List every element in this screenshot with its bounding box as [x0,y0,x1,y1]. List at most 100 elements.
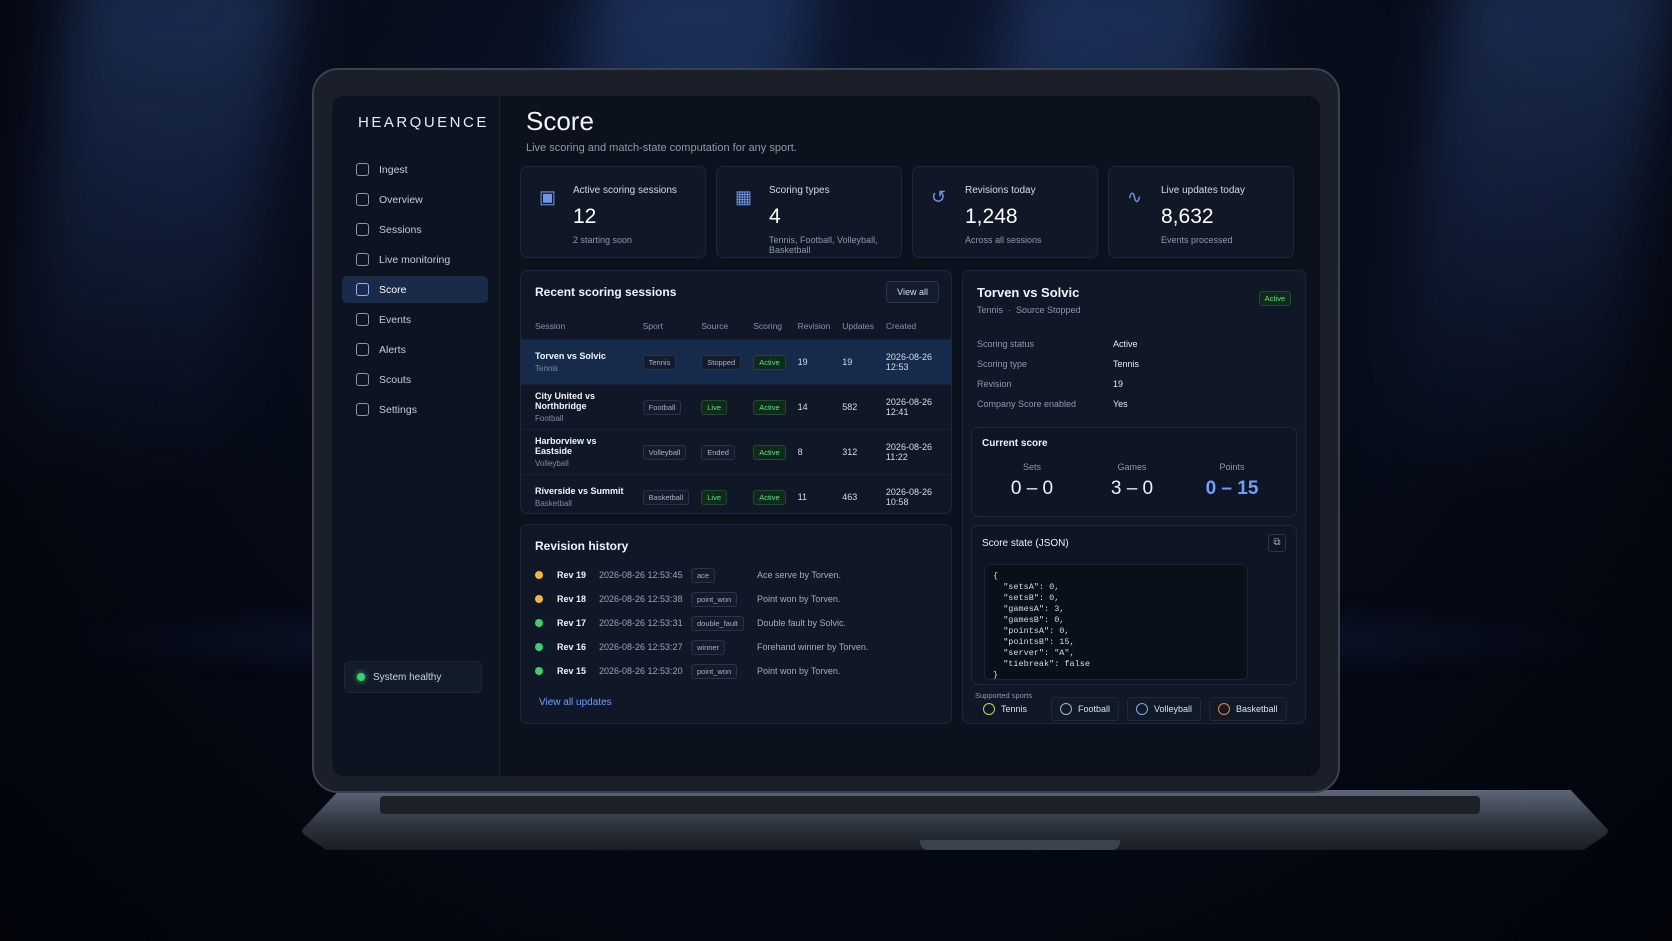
sport-label: Basketball [1236,704,1278,714]
field-label: Scoring status [977,339,1035,349]
sidebar-item-score[interactable]: Score [342,276,488,303]
table-row[interactable]: City United vs Northbridge Football Footb… [521,384,951,430]
revision-item[interactable]: Rev 18 2026-08-26 12:53:38 point_won Poi… [535,589,840,609]
session-name: Riverside vs Summit [535,486,624,497]
updates-cell: 312 [836,429,880,475]
field-label: Revision [977,379,1012,389]
sidebar-item-ingest[interactable]: Ingest [342,156,488,183]
revision-cell: 8 [791,429,837,475]
sport-chip-basketball[interactable]: Basketball [1209,697,1287,721]
laptop-keyboard [380,796,1480,814]
revision-tag: ace [691,567,716,583]
badge-label: Active [1264,294,1285,303]
revision-tag: winner [691,639,726,655]
pulse-icon: ∿ [1127,187,1143,207]
sport-label: Tennis [1001,704,1028,714]
view-all-button[interactable]: View all [886,281,939,303]
session-sport: Volleyball [535,459,569,468]
live-monitoring-icon [356,253,369,266]
sidebar-item-label: Score [379,283,407,296]
stat-label: Revisions today [965,185,1036,196]
stat-card-scoring-types: ▦ Scoring types 4 Tennis, Football, Voll… [716,166,902,258]
revision-item[interactable]: Rev 16 2026-08-26 12:53:27 winner Foreha… [535,637,868,657]
revision-dot-icon [535,595,543,603]
status-dot-icon [357,673,365,681]
sidebar-item-alerts[interactable]: Alerts [342,336,488,363]
revision-time: 2026-08-26 12:53:38 [599,594,683,604]
source-badge: Live [701,489,728,505]
source-badge: Ended [701,444,735,460]
revision-dot-icon [535,667,543,675]
field-value: Tennis [1113,359,1140,369]
sidebar-item-scouts[interactable]: Scouts [342,366,488,393]
brand-logo: HEARQUENCE [358,114,489,131]
sport-badge: Volleyball [642,444,687,460]
stat-label: Live updates today [1161,185,1245,196]
system-health-status[interactable]: System healthy [344,661,482,693]
sessions-icon [356,223,369,236]
recent-sessions-panel: Recent scoring sessions View all Session… [520,270,952,514]
updates-cell: 19 [836,339,880,385]
active-status-badge: Active [1258,291,1291,306]
table-row[interactable]: Torven vs Solvic Tennis Tennis Stopped Ac… [521,339,951,385]
detail-title: Torven vs Solvic [977,285,1080,300]
revision-item[interactable]: Rev 19 2026-08-26 12:53:45 ace Ace serve… [535,565,841,585]
view-all-updates-link[interactable]: View all updates [539,697,612,708]
session-detail-panel: Torven vs Solvic Tennis · Source Stopped… [962,270,1306,724]
sport-badge: Basketball [642,489,690,505]
games-score: Games 3 – 0 [1092,462,1172,500]
sport-chip-volleyball[interactable]: Volleyball [1127,697,1202,721]
overview-icon [356,193,369,206]
stat-card-active-sessions: ▣ Active scoring sessions 12 2 starting … [520,166,706,258]
revision-desc: Ace serve by Torven. [757,570,841,580]
revision-desc: Double fault by Solvic. [757,618,847,628]
sport-chip-tennis[interactable]: Tennis [975,697,1035,721]
panel-title: Revision history [535,539,629,553]
copy-icon[interactable]: ⧉ [1268,534,1286,552]
source-badge: Live [701,399,728,415]
panel-title: Recent scoring sessions [535,285,677,299]
sidebar-nav: Ingest Overview Sessions Live monitoring… [342,156,488,426]
current-score-card: Current score Sets 0 – 0 Games 3 – 0 Point… [971,427,1297,517]
main-content: Score Live scoring and match-state compu… [500,96,1320,776]
sport-label: Volleyball [1154,704,1193,714]
stat-value: 8,632 [1161,205,1214,228]
sessions-table: Session Sport Source Scoring Revision Up… [521,315,951,513]
stat-sub: Tennis, Football, Volleyball, Basketball [769,235,878,255]
session-sport: Tennis [535,364,559,373]
table-row[interactable]: Riverside vs Summit Basketball Basketball… [521,474,951,513]
session-name: City United vs Northbridge [535,391,596,411]
sidebar-item-live-monitoring[interactable]: Live monitoring [342,246,488,273]
revision-tag: point_won [691,663,738,679]
volleyball-icon [1136,703,1148,715]
revision-item[interactable]: Rev 17 2026-08-26 12:53:31 double_fault … [535,613,846,633]
sidebar-item-overview[interactable]: Overview [342,186,488,213]
column-header: Source [701,321,729,331]
ingest-icon [356,163,369,176]
revision-item[interactable]: Rev 15 2026-08-26 12:53:20 point_won Poi… [535,661,840,681]
football-icon [1060,703,1072,715]
revision-tag: double_fault [691,615,744,631]
revision-dot-icon [535,643,543,651]
revision-dot-icon [535,571,543,579]
stat-sub: Across all sessions [965,235,1042,245]
sidebar-item-events[interactable]: Events [342,306,488,333]
sidebar: HEARQUENCE Ingest Overview Sessions Live… [332,96,500,776]
sidebar-item-label: Alerts [379,343,406,356]
scoring-badge: Active [753,399,786,415]
sidebar-item-sessions[interactable]: Sessions [342,216,488,243]
sidebar-item-settings[interactable]: Settings [342,396,488,423]
field-value: Active [1113,339,1138,349]
revision-id: Rev 15 [557,666,587,676]
scoring-badge: Active [753,489,786,505]
sets-score: Sets 0 – 0 [992,462,1072,500]
score-state-json-card: Score state (JSON) ⧉ { "setsA": 0, "sets… [971,525,1297,685]
basketball-icon [1218,703,1230,715]
sport-chip-football[interactable]: Football [1051,697,1120,721]
json-title: Score state (JSON) [982,538,1069,549]
revision-cell: 11 [791,474,837,513]
session-name: Torven vs Solvic [535,351,606,361]
sport-label: Football [1078,704,1111,714]
table-row[interactable]: Harborview vs Eastside Volleyball Volleyb… [521,429,951,475]
updates-cell: 582 [836,384,880,430]
